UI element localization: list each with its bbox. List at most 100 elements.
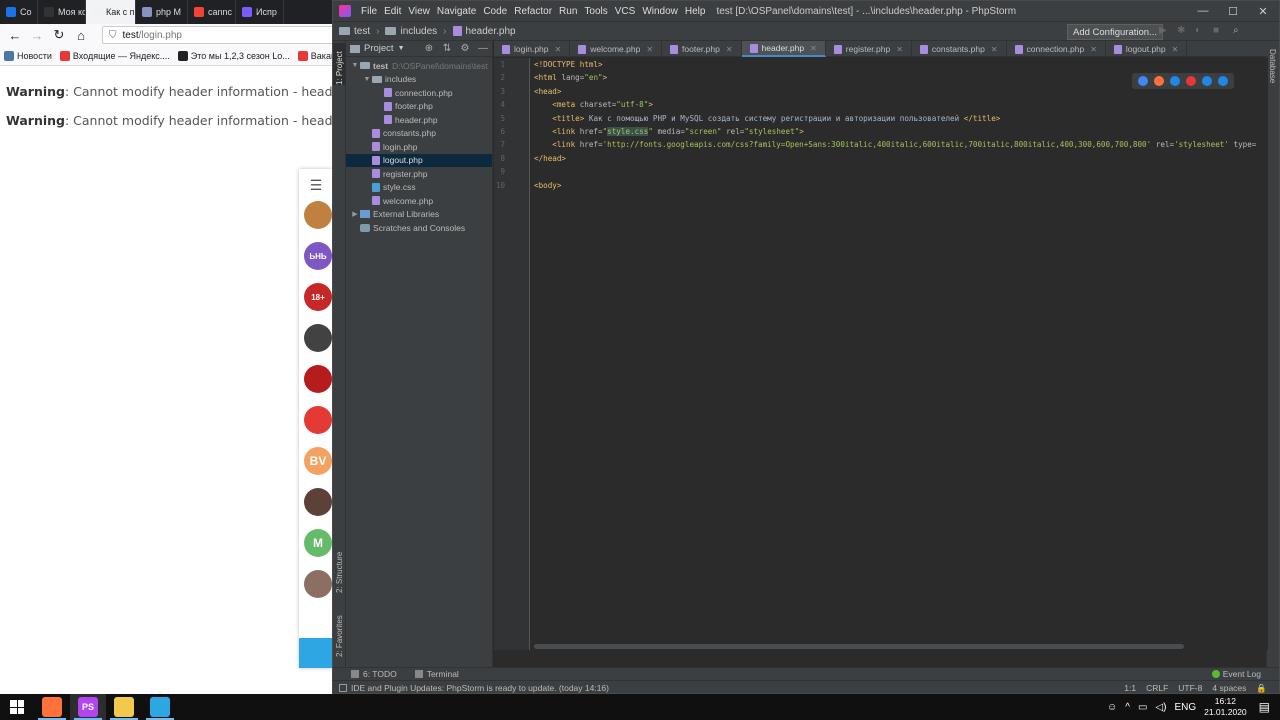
browser-preview-icon[interactable] — [1218, 76, 1228, 86]
expand-arrow-icon[interactable]: ▼ — [350, 62, 360, 69]
chat-avatar[interactable] — [304, 406, 332, 434]
bookmark-item[interactable]: Это мы 1,2,3 сезон Lo... — [177, 50, 290, 61]
forward-icon[interactable]: → — [26, 28, 48, 43]
tree-item[interactable]: register.php — [346, 167, 492, 181]
browser-tab[interactable]: Как с п✕ — [86, 0, 136, 24]
tree-item[interactable]: footer.php — [346, 100, 492, 114]
taskbar-app[interactable]: PS — [70, 694, 106, 720]
menu-edit[interactable]: Edit — [384, 6, 401, 17]
volume-icon[interactable]: ◁) — [1155, 702, 1166, 713]
browser-tab[interactable]: Со — [0, 0, 38, 24]
status-item[interactable]: UTF-8 — [1178, 683, 1202, 693]
search-everywhere-icon[interactable]: ⌕ — [1233, 25, 1239, 36]
browser-tab[interactable]: Моя корз — [38, 0, 86, 24]
menu-help[interactable]: Help — [685, 6, 706, 17]
editor-tab[interactable]: welcome.php ✕ — [570, 41, 663, 57]
chevron-down-icon[interactable]: ▼ — [398, 45, 405, 52]
locate-icon[interactable]: ⊕ — [420, 43, 438, 54]
maximize-icon[interactable]: ☐ — [1218, 1, 1248, 21]
chat-avatar[interactable] — [304, 324, 332, 352]
collapse-arrow-icon[interactable]: ▶ — [350, 210, 360, 218]
tree-item[interactable]: header.php — [346, 113, 492, 127]
menu-run[interactable]: Run — [559, 6, 577, 17]
editor-tab[interactable]: logout.php ✕ — [1106, 41, 1188, 57]
chat-avatar[interactable]: M — [304, 529, 332, 557]
project-label[interactable]: Project — [364, 43, 394, 54]
show-hidden-icons-icon[interactable]: ^ — [1125, 702, 1130, 713]
status-message[interactable]: IDE and Plugin Updates: PhpStorm is read… — [339, 683, 609, 693]
home-icon[interactable]: ⌂ — [70, 28, 92, 43]
browser-tab[interactable]: cannc — [188, 0, 236, 24]
chat-avatar[interactable] — [304, 488, 332, 516]
add-configuration-button[interactable]: Add Configuration... — [1067, 24, 1163, 40]
browser-tab[interactable]: php M — [136, 0, 188, 24]
close-tab-icon[interactable]: ✕ — [1172, 45, 1179, 54]
coverage-icon[interactable]: ◐ — [1195, 25, 1201, 36]
status-item[interactable]: 1:1 — [1124, 683, 1136, 693]
minimize-icon[interactable]: — — [1188, 1, 1218, 21]
editor-tab[interactable]: header.php ✕ — [741, 41, 826, 57]
menu-code[interactable]: Code — [483, 6, 507, 17]
chat-avatar[interactable]: ЬНЬ — [304, 242, 332, 270]
taskbar-app[interactable] — [106, 694, 142, 720]
start-button[interactable] — [0, 694, 34, 720]
close-tab-icon[interactable]: ✕ — [726, 45, 733, 54]
menu-window[interactable]: Window — [642, 6, 678, 17]
menu-tools[interactable]: Tools — [584, 6, 607, 17]
chat-avatar[interactable]: BV — [304, 447, 332, 475]
close-tab-icon[interactable]: ✕ — [810, 44, 817, 53]
action-center-icon[interactable]: ▤ — [1259, 700, 1270, 714]
tool-window-project[interactable]: 1: Project — [333, 43, 346, 85]
tree-item[interactable]: style.css — [346, 181, 492, 195]
tree-item[interactable]: welcome.php — [346, 194, 492, 208]
code-editor[interactable]: <!DOCTYPE html> <html lang="en"> <head> <m… — [534, 58, 1268, 650]
people-icon[interactable]: ☺ — [1107, 702, 1117, 713]
tree-item[interactable]: login.php — [346, 140, 492, 154]
chat-avatar[interactable] — [304, 570, 332, 598]
terminal-tool-button[interactable]: Terminal — [414, 669, 459, 679]
stop-icon[interactable]: ■ — [1213, 25, 1219, 36]
taskbar-app[interactable] — [142, 694, 178, 720]
close-tab-icon[interactable]: ✕ — [555, 45, 562, 54]
editor-tab[interactable]: login.php ✕ — [494, 41, 571, 57]
close-tab-icon[interactable]: ✕ — [646, 45, 653, 54]
breadcrumb-item[interactable]: header.php — [452, 26, 516, 37]
bookmark-item[interactable]: Входящие — Яндекс.... — [59, 50, 170, 61]
debug-icon[interactable]: ✱ — [1177, 25, 1185, 36]
todo-tool-button[interactable]: 6: TODO — [351, 669, 397, 679]
browser-preview-icon[interactable] — [1186, 76, 1196, 86]
close-tab-icon[interactable]: ✕ — [991, 45, 998, 54]
hide-icon[interactable]: — — [474, 43, 492, 54]
status-item[interactable]: 4 spaces — [1212, 683, 1246, 693]
language-indicator[interactable]: ENG — [1174, 702, 1196, 713]
menu-refactor[interactable]: Refactor — [514, 6, 552, 17]
tree-item[interactable]: logout.php — [346, 153, 492, 167]
browser-preview-icon[interactable] — [1170, 76, 1180, 86]
address-bar[interactable]: ⛉ test/login.php — [102, 26, 340, 44]
breadcrumb-item[interactable]: includes › — [385, 26, 447, 37]
tree-item[interactable]: connection.php — [346, 86, 492, 100]
editor-tab[interactable]: register.php ✕ — [826, 41, 912, 57]
editor-tab[interactable]: connection.php ✕ — [1007, 41, 1106, 57]
editor-tab[interactable]: footer.php ✕ — [662, 41, 742, 57]
close-tab-icon[interactable]: ✕ — [1090, 45, 1097, 54]
event-log-button[interactable]: Event Log — [1211, 669, 1261, 679]
menu-file[interactable]: File — [361, 6, 377, 17]
reload-icon[interactable]: ↻ — [48, 27, 70, 43]
expand-arrow-icon[interactable]: ▼ — [362, 76, 372, 83]
hamburger-menu-icon[interactable]: ☰ — [299, 169, 333, 201]
browser-tab[interactable]: Испр — [236, 0, 284, 24]
tool-window-favorites[interactable]: 2: Favorites — [333, 609, 346, 657]
menu-view[interactable]: View — [408, 6, 430, 17]
breadcrumb-item[interactable]: test › — [339, 26, 379, 37]
tool-window-database[interactable]: Database — [1268, 49, 1277, 83]
collapse-all-icon[interactable]: ⇅ — [438, 43, 456, 54]
tree-item[interactable]: ▶ External Libraries — [346, 208, 492, 222]
chat-avatar[interactable]: 18+ — [304, 283, 332, 311]
bookmark-item[interactable]: Новости — [4, 50, 52, 61]
editor-tab[interactable]: constants.php ✕ — [912, 41, 1007, 57]
browser-preview-icon[interactable] — [1154, 76, 1164, 86]
tree-item[interactable]: ▼ includes — [346, 73, 492, 87]
close-icon[interactable]: ✕ — [1248, 1, 1278, 21]
tree-item[interactable]: constants.php — [346, 127, 492, 141]
